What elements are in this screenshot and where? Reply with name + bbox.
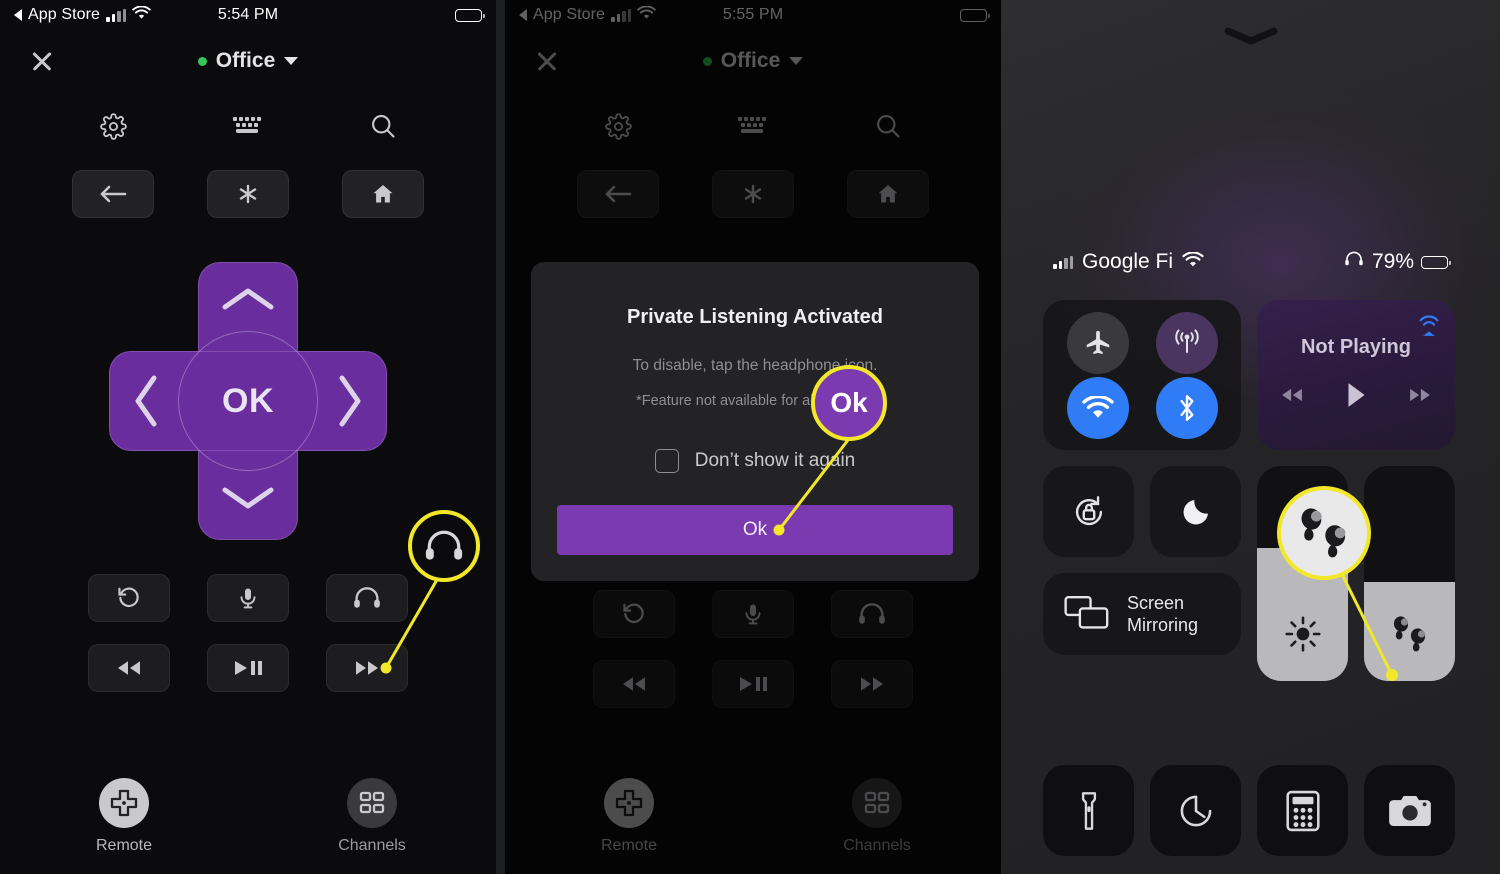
- screenshot-stage: App Store 5:54 PM Office OK Remote Chann…: [0, 0, 1500, 874]
- panel-divider: [496, 0, 505, 874]
- control-center-panel: Google Fi 79% Not Playing Screen Mirrori…: [1001, 0, 1500, 874]
- callout-ring-earbuds: [1277, 486, 1371, 580]
- remote-app-panel-left: App Store 5:54 PM Office OK Remote Chann…: [0, 0, 496, 874]
- earbuds-icon: [1301, 508, 1346, 558]
- callout-ring-headphone: [408, 510, 480, 582]
- control-center: Google Fi 79% Not Playing Screen Mirrori…: [1001, 0, 1500, 874]
- remote-app-panel-middle: App Store 5:55 PM Office Remote Channels…: [505, 0, 1001, 874]
- callout-ring-ok: Ok: [811, 365, 887, 441]
- callout-ok-label: Ok: [830, 387, 868, 418]
- headphone-icon: [425, 530, 463, 560]
- callout-leader-line-right: [1329, 551, 1398, 681]
- callout-leader-line-middle: [773, 439, 850, 536]
- callout-leader-line-left: [380, 577, 440, 674]
